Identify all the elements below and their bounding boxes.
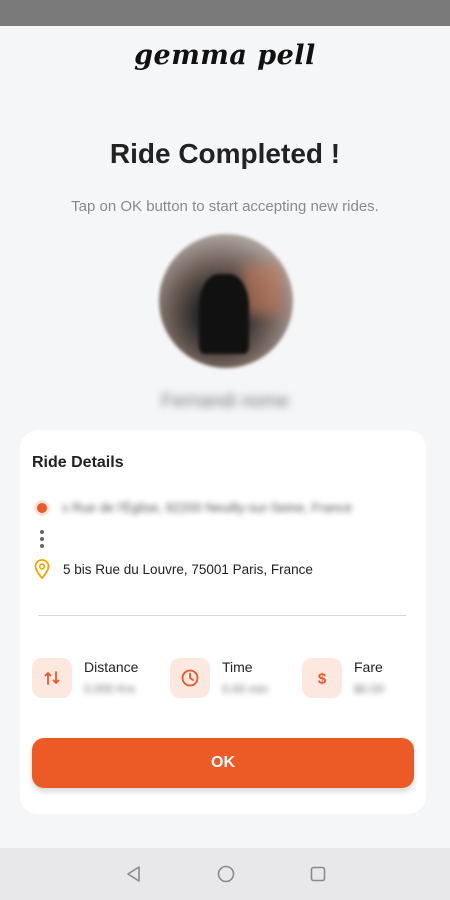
location-pin-icon: [34, 559, 50, 579]
drop-address: 5 bis Rue du Louvre, 75001 Paris, France: [63, 562, 313, 577]
page-subtitle: Tap on OK button to start accepting new …: [71, 198, 379, 215]
ride-details-title: Ride Details: [32, 454, 124, 471]
stat-fare-value: $0.00: [354, 682, 385, 696]
stat-distance: Distance 0.000 Km: [32, 655, 152, 700]
ride-details-card: Ride Details x Rue de l'Église, 92200 Ne…: [20, 430, 426, 814]
user-name: Fernandi nome: [161, 391, 289, 412]
back-icon[interactable]: [124, 864, 144, 884]
page-title: Ride Completed !: [109, 138, 341, 169]
recents-icon[interactable]: [308, 864, 328, 884]
route-dots-icon: [40, 530, 44, 548]
brand-logo: gemma pell: [134, 40, 316, 71]
clock-icon: [170, 658, 210, 698]
divider: [38, 615, 406, 616]
stat-fare-label: Fare: [354, 659, 383, 675]
system-nav-bar: [0, 848, 450, 900]
route-icon: [32, 658, 72, 698]
avatar: [159, 234, 293, 368]
stat-distance-label: Distance: [84, 659, 139, 675]
pickup-address: x Rue de l'Église, 92200 Neuilly-sur-Sei…: [62, 500, 353, 515]
dollar-icon: $: [302, 658, 342, 698]
stat-time-label: Time: [222, 659, 253, 675]
pickup-dot-icon: [37, 503, 47, 513]
stat-distance-value: 0.000 Km: [84, 682, 136, 696]
ok-button[interactable]: OK: [32, 738, 414, 788]
stat-time: Time 0.00 min: [170, 655, 290, 700]
status-bar: [0, 0, 450, 26]
home-icon[interactable]: [216, 864, 236, 884]
stat-fare: $ Fare $0.00: [302, 655, 412, 700]
svg-text:$: $: [318, 671, 327, 688]
stat-time-value: 0.00 min: [222, 682, 269, 696]
